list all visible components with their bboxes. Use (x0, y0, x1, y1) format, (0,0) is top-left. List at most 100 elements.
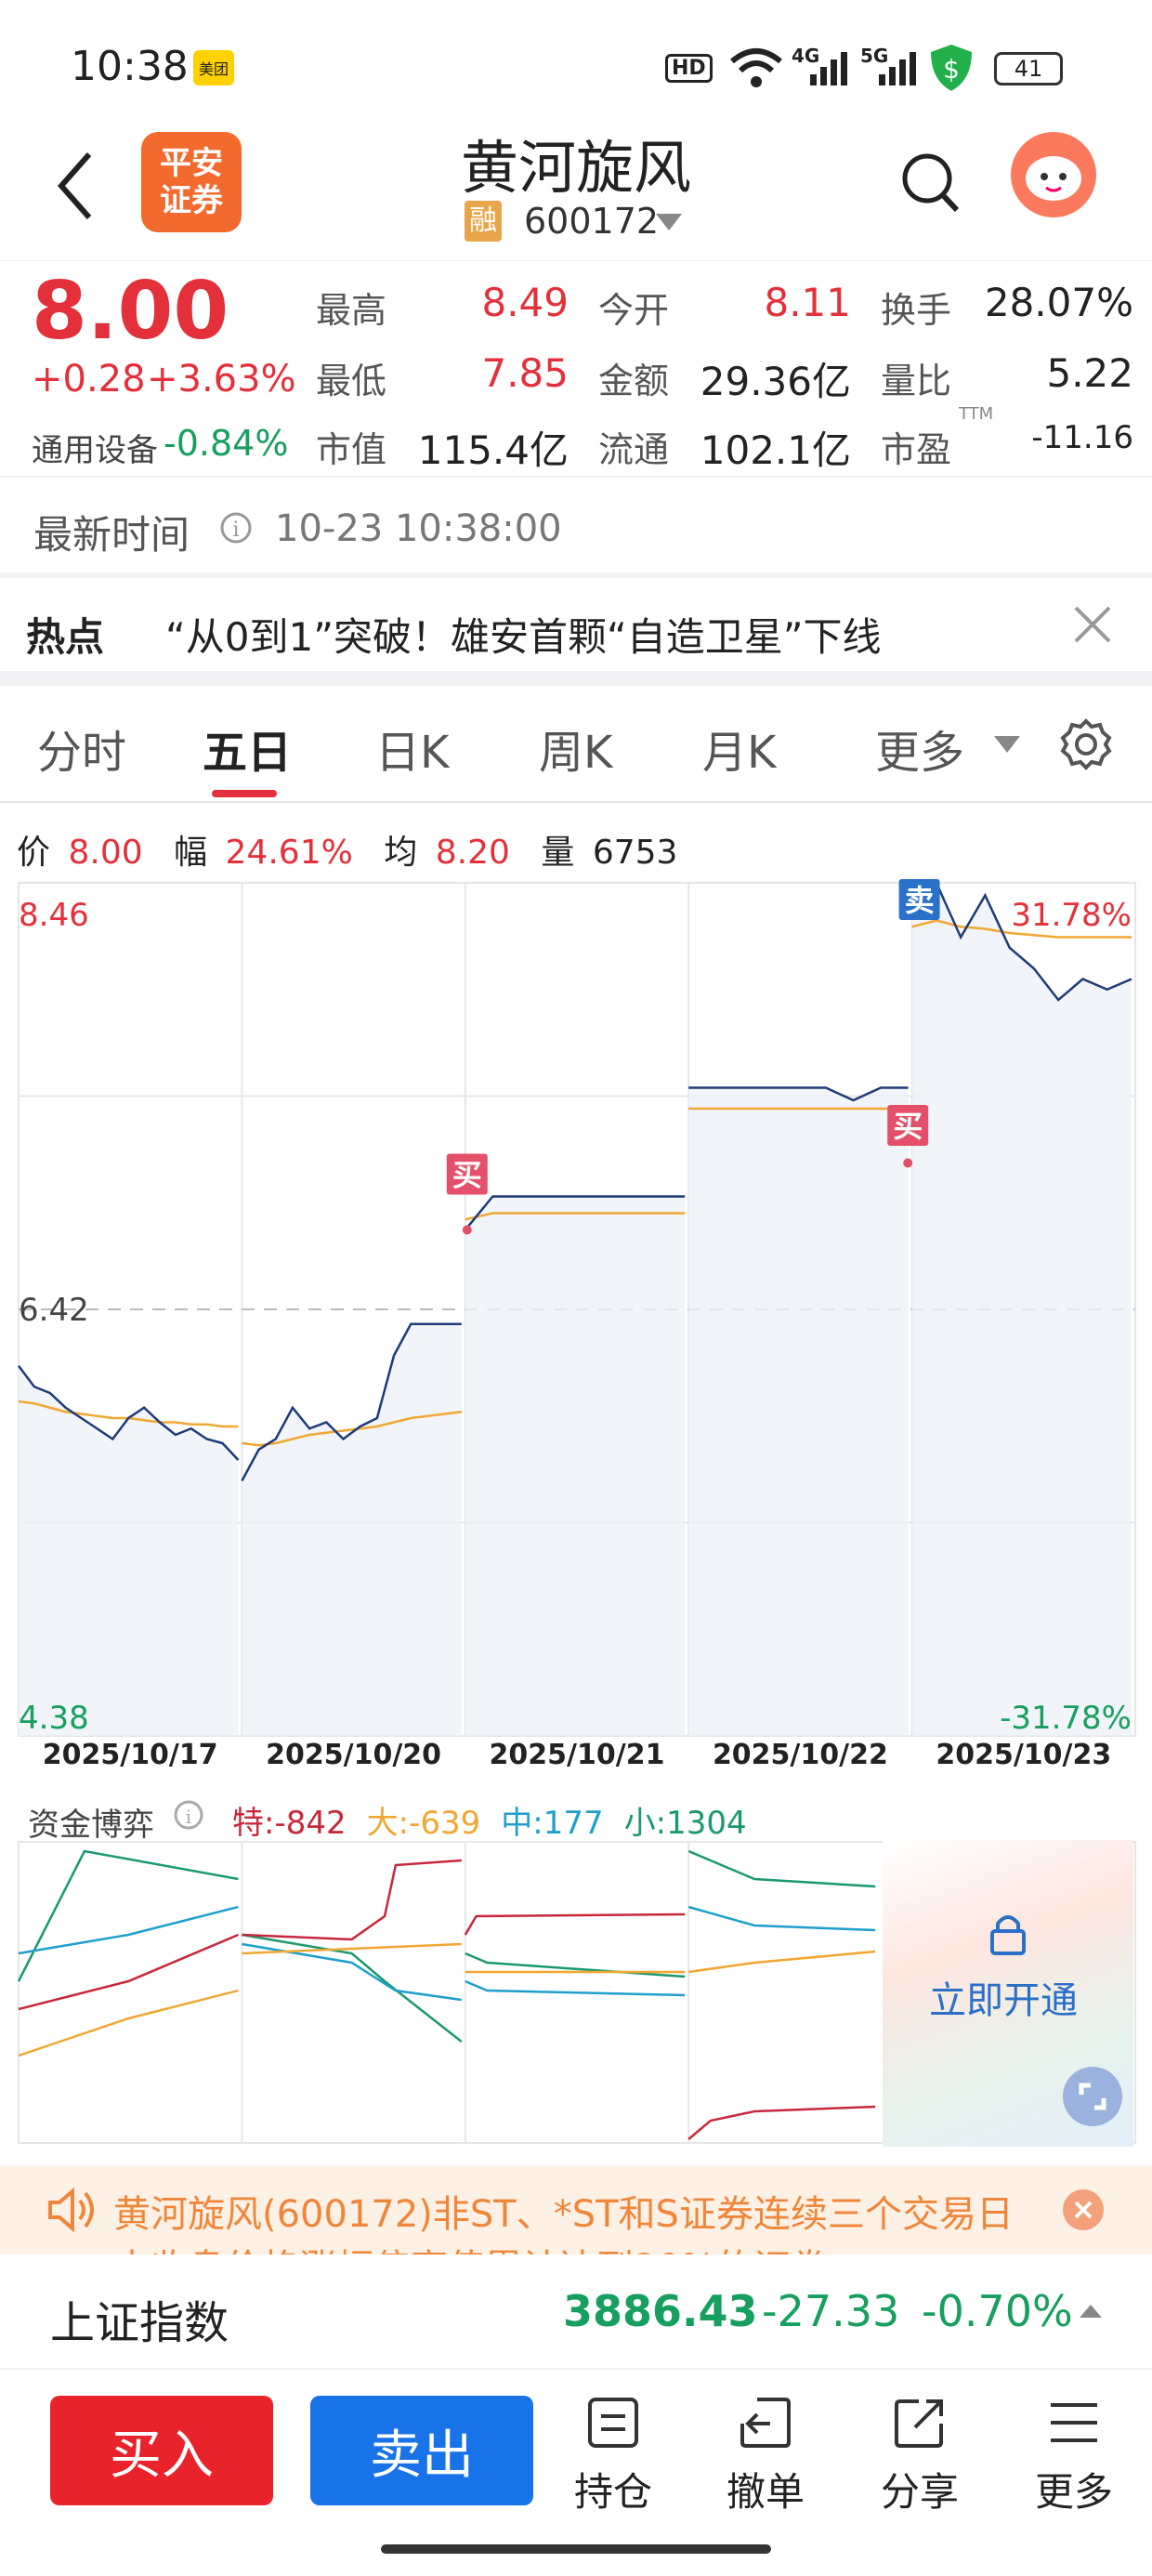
capital-legend-label: 小: (623, 1805, 667, 1842)
toolbar-holdings[interactable]: 持仓 (557, 2390, 669, 2517)
ttm-superscript: TTM (959, 404, 994, 424)
meituan-icon: 美团 (193, 50, 234, 85)
capital-legend-item: 特:-842 (232, 1805, 347, 1842)
stock-header: 平安 证券 黄河旋风 融 600172 (0, 121, 1152, 260)
stock-name: 黄河旋风 (460, 134, 691, 202)
clock: 10:38 (71, 43, 189, 90)
divider (0, 801, 1152, 803)
buy-button[interactable]: 买入 (50, 2396, 273, 2505)
hot-news[interactable]: “从0到1”突破！雄安首颗“自造卫星”下线 (165, 606, 881, 663)
capital-legend-item: 大:-639 (367, 1805, 481, 1842)
capital-flow-line (465, 1979, 686, 1997)
price-area (242, 1323, 462, 1736)
assistant-avatar[interactable] (1011, 132, 1096, 217)
buy-marker-2-label: 买 (893, 1109, 923, 1144)
speaker-icon (48, 2187, 94, 2233)
sell-button[interactable]: 卖出 (310, 2396, 533, 2505)
notice-text-2: 内收盘价格涨幅偏离值累计达到20%的证券 (113, 2238, 828, 2254)
search-icon[interactable] (899, 151, 961, 216)
quote-field-value: 29.36亿 (700, 359, 851, 404)
home-indicator[interactable] (381, 2544, 771, 2554)
capital-legend-label: 大: (366, 1805, 410, 1842)
notice-bar[interactable]: 黄河旋风(600172)非ST、*ST和S证券连续三个交易日 内收盘价格涨幅偏离… (0, 2165, 1152, 2254)
chevron-up-icon[interactable] (1078, 2303, 1104, 2320)
tab-item[interactable]: 五日 (203, 716, 292, 781)
back-arrow-icon[interactable] (52, 149, 98, 223)
tab-item[interactable]: 月K (702, 716, 776, 781)
volume-info-value: 6753 (592, 834, 678, 872)
notice-close-icon[interactable] (1063, 2189, 1104, 2230)
capital-flow-line (687, 1849, 876, 1888)
sell-marker-label: 卖 (905, 883, 935, 918)
tab-item[interactable]: 更多 (875, 716, 964, 781)
security-shield-icon: $ (931, 45, 972, 91)
capital-flow-line (687, 2105, 876, 2140)
capital-legend-value: 177 (543, 1805, 604, 1842)
index-change: -27.33 (762, 2286, 900, 2336)
tab-item[interactable]: 周K (539, 716, 612, 781)
capital-flow-line (464, 1912, 686, 1936)
unlock-button[interactable]: 立即开通 (929, 1970, 1078, 2024)
share-icon (895, 2399, 943, 2448)
tab-item[interactable]: 日K (375, 716, 449, 781)
y-axis-top-label: 8.46 (19, 897, 89, 934)
avg-info-value: 8.20 (435, 834, 510, 872)
index-bar[interactable]: 上证指数 3886.43 -27.33 -0.70% (0, 2254, 1152, 2370)
five-day-chart[interactable]: 8.46 6.42 4.38 31.78% -31.78% 2025/10/17 2025/… (0, 877, 1152, 1769)
close-icon[interactable] (1072, 604, 1113, 645)
divider (0, 476, 1152, 478)
toolbar-more[interactable]: 更多 (1018, 2390, 1130, 2517)
capital-legend-item: 小:1304 (624, 1805, 747, 1842)
signal-icon (810, 52, 847, 85)
toolbar-label: 撤单 (726, 2469, 805, 2515)
price-area (465, 1196, 686, 1736)
sell-marker[interactable]: 卖 (898, 879, 940, 920)
price-change: +0.28 (32, 358, 146, 401)
tab-item[interactable]: 分时 (37, 716, 126, 781)
capital-flow-line (687, 1905, 876, 1932)
buy-marker-label: 买 (452, 1158, 482, 1193)
locked-overlay[interactable]: 立即开通 (883, 1840, 1133, 2147)
notice-text: 黄河旋风(600172)非ST、*ST和S证券连续三个交易日 (113, 2193, 1014, 2236)
quote-field-value: -11.16 (1031, 419, 1133, 456)
capital-title: 资金博弈 (28, 1807, 154, 1844)
toolbar-label: 更多 (1034, 2469, 1113, 2515)
capital-legend-label: 中: (501, 1805, 543, 1842)
cancel-order-icon (740, 2398, 791, 2448)
battery-icon: 41 (994, 52, 1063, 85)
hd-icon: HD (665, 54, 713, 83)
info-icon[interactable]: i (173, 1799, 204, 1831)
holdings-icon (588, 2398, 638, 2448)
quote-field-value: 28.07% (984, 280, 1133, 325)
price-area (19, 1365, 239, 1736)
index-value: 3886.43 (563, 2286, 758, 2336)
capital-legend-value: -842 (274, 1805, 347, 1842)
broker-logo: 平安 证券 (141, 132, 242, 232)
chevron-down-icon[interactable] (654, 212, 684, 232)
index-name: 上证指数 (50, 2297, 229, 2349)
divider (0, 572, 1152, 578)
info-icon[interactable]: i (219, 511, 253, 545)
expand-icon[interactable] (1063, 2067, 1122, 2126)
stock-code: 600172 (524, 201, 660, 242)
svg-text:i: i (232, 519, 239, 542)
active-tab-indicator (212, 790, 277, 797)
index-change-pct: -0.70% (922, 2286, 1073, 2336)
x-axis-date-label: 2025/10/22 (713, 1739, 888, 1769)
capital-legend-value: 1304 (666, 1805, 747, 1842)
buy-marker-2-dot (903, 1158, 913, 1168)
toolbar-share[interactable]: 分享 (864, 2390, 975, 2517)
price-area (911, 883, 1132, 1736)
toolbar-cancel-order[interactable]: 撤单 (710, 2390, 821, 2517)
menu-icon (1051, 2403, 1097, 2442)
volume-info-label: 量 (541, 834, 575, 872)
price-info-label: 价 (17, 834, 51, 872)
settings-gear-icon[interactable] (1059, 717, 1113, 771)
sector-change: -0.84% (164, 423, 289, 464)
capital-legend-item: 中:177 (501, 1805, 603, 1842)
lock-icon (990, 1915, 1026, 1955)
range-info-label: 幅 (174, 834, 208, 872)
chevron-down-icon[interactable] (992, 734, 1022, 755)
quote-field-value: 7.85 (481, 350, 569, 396)
quote-field-value: 115.4亿 (417, 427, 569, 473)
